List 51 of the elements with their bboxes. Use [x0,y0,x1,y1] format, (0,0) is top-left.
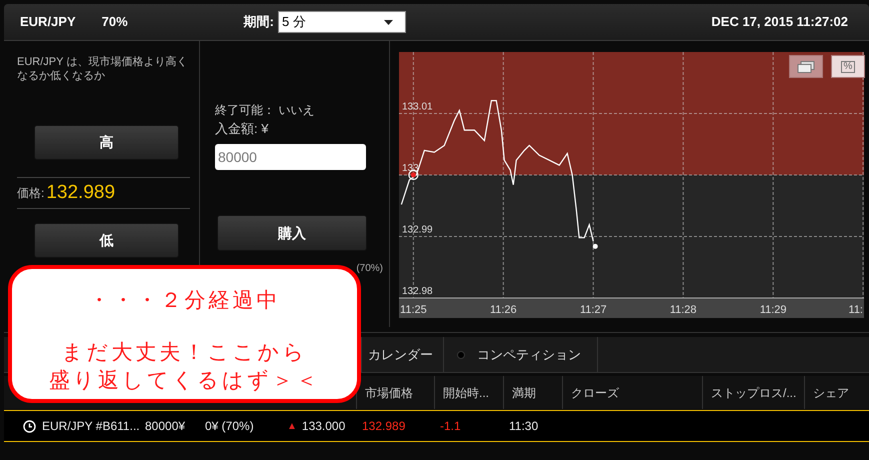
high-button[interactable]: 高 [34,125,179,160]
entry-point-marker [408,170,418,180]
callout-text: 盛り返してくるはず＞＜ [49,368,320,394]
up-arrow-icon: ▲ [287,418,297,434]
payout-text: (70%) [356,262,383,276]
column-header[interactable]: 開始時... [443,384,490,402]
bottom-tab[interactable]: コンペティション [443,337,598,372]
price-label: 価格: [17,185,44,202]
stacked-windows-icon [797,60,815,72]
low-button[interactable]: 低 [34,223,179,258]
column-header[interactable]: シェア [813,384,849,402]
date-time: DEC 17, 2015 11:27:02 [711,13,848,32]
table-cell-text: 132.989 [362,418,406,435]
table-cell-text: EUR/JPY #B611... [42,418,140,435]
early-close-status: 終了可能： いいえ [215,102,316,118]
dropdown-caret-icon [384,20,394,24]
callout-text: ・・・２分経過中 [88,288,280,314]
table-cell-text: 80000¥ [145,418,186,435]
time-tick-label: 11:26 [490,304,517,316]
amount-input[interactable]: 80000 [215,144,366,170]
period-label: 期間: [244,13,274,32]
clock-icon [23,420,36,432]
callout-text: まだ大丈夫！ここから [62,340,308,366]
column-header[interactable]: 市場価格 [365,384,413,402]
price-tick-label: 132.99 [402,224,433,236]
column-header[interactable]: クローズ [571,384,619,402]
time-tick-label: 11:27 [580,304,607,316]
table-cell-text: 11:30 [509,418,538,435]
price-tick-label: 133 [402,163,419,174]
table-cell-text: 133.000 [302,418,346,435]
time-tick-label: 11: [848,304,863,316]
payout-rate: 70% [102,13,128,32]
price-tick-label: 133.01 [402,102,433,112]
current-price-dot [592,244,598,249]
table-cell-text: -1.1 [440,418,461,435]
question-text: EUR/JPY は、現市場価格より高くなるか低くなるか [17,55,188,83]
position-row[interactable]: EUR/JPY #B611... 80000¥ 0¥ (70%) ▲ 133.000 132.989 -1.1 11:30 [4,410,869,442]
time-tick-label: 11:25 [400,304,427,316]
percent-button[interactable]: % [831,55,865,78]
buy-button[interactable]: 購入 [217,215,367,251]
time-tick-label: 11:28 [670,304,697,316]
time-tick-label: 11:29 [760,304,787,316]
currency-pair: EUR/JPY [20,13,76,32]
window-view-button[interactable] [789,55,823,78]
amount-label: 入金額: ¥ [215,121,270,137]
column-header[interactable]: 満期 [512,384,536,402]
period-select[interactable]: 5 分 [278,11,406,33]
table-cell-text: 0¥ (70%) [205,418,254,435]
price-tick-label: 132.98 [402,286,433,297]
current-price: 132.989 [46,180,116,205]
column-header[interactable]: ストップロス/... [711,384,796,402]
